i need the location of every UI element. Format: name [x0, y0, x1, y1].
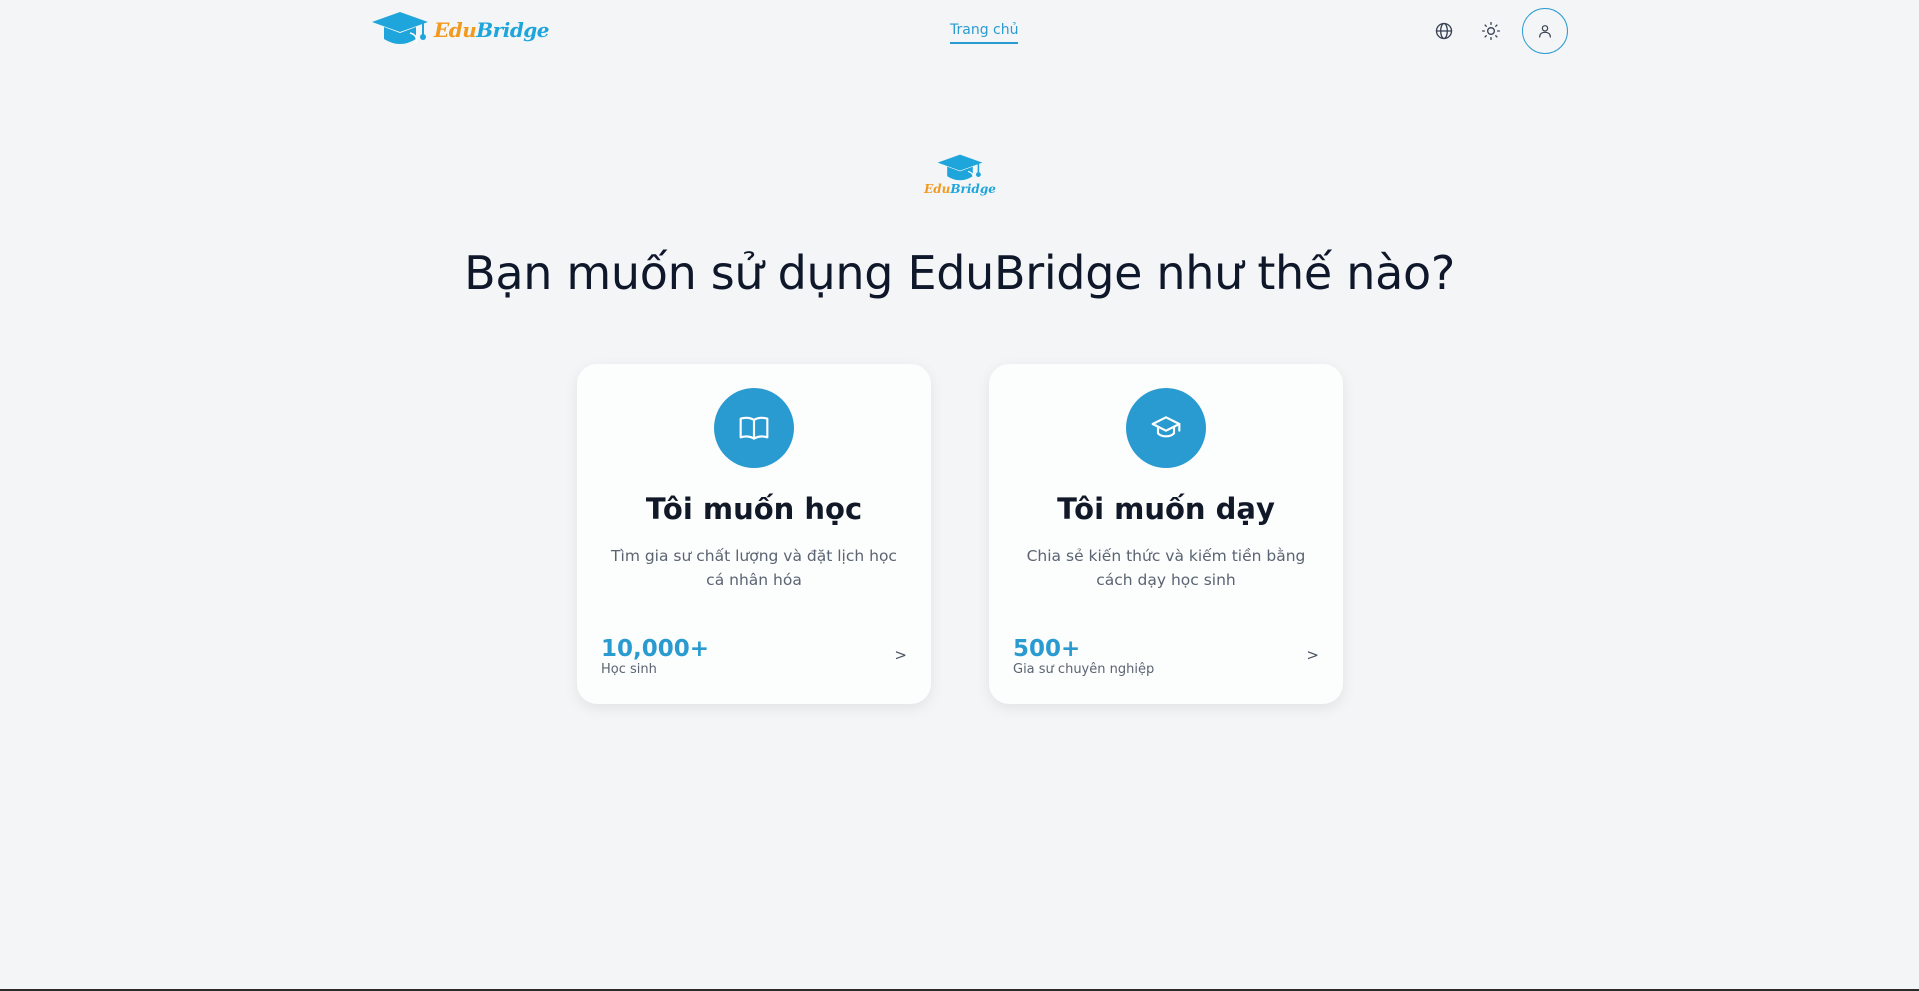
chevron-right-icon: > [894, 646, 907, 664]
book-open-icon [739, 416, 769, 440]
chevron-right-icon: > [1306, 646, 1319, 664]
theme-toggle-button[interactable] [1471, 11, 1511, 51]
teach-stat-label: Gia sư chuyên nghiệp [1013, 662, 1155, 677]
teach-card-description: Chia sẻ kiến thức và kiếm tiền bằng cách… [1026, 547, 1306, 589]
globe-icon [1435, 22, 1453, 40]
hero-brand-name: EduBridge [924, 182, 996, 196]
page-headline: Bạn muốn sử dụng EduBridge như thế nào? [464, 246, 1455, 300]
graduation-cap-icon [1151, 416, 1181, 438]
graduation-cap-logo-icon [372, 12, 428, 44]
nav-home-link[interactable]: Trang chủ [950, 22, 1019, 44]
brand-name: EduBridge [434, 18, 550, 42]
language-button[interactable] [1424, 11, 1464, 51]
sun-icon [1482, 22, 1500, 40]
teach-card-title: Tôi muốn dạy [1057, 492, 1275, 526]
brand-logo[interactable]: EduBridge [370, 9, 550, 51]
hero-logo: EduBridge [924, 152, 996, 196]
teach-option-card[interactable]: Tôi muốn dạy Chia sẻ kiến thức và kiếm t… [989, 364, 1343, 704]
learn-option-card[interactable]: Tôi muốn học Tìm gia sư chất lượng và đặ… [577, 364, 931, 704]
learn-card-title: Tôi muốn học [645, 492, 863, 526]
learn-stat-value: 10,000+ [601, 636, 710, 662]
hero-brand-name-edu: Edu [924, 182, 951, 196]
learn-card-description: Tìm gia sư chất lượng và đặt lịch học cá… [611, 547, 897, 589]
learn-stat-label: Học sinh [601, 662, 657, 677]
account-button[interactable] [1522, 8, 1568, 54]
learn-icon-circle [714, 388, 794, 468]
teach-icon-circle [1126, 388, 1206, 468]
top-header: EduBridge Trang chủ [0, 0, 1919, 64]
hero-brand-name-bridge: Bridge [950, 182, 996, 196]
brand-name-bridge: Bridge [476, 18, 550, 42]
user-icon [1539, 25, 1551, 38]
brand-name-edu: Edu [434, 18, 477, 42]
teach-stat-value: 500+ [1013, 636, 1081, 662]
graduation-cap-logo-icon [937, 154, 983, 181]
